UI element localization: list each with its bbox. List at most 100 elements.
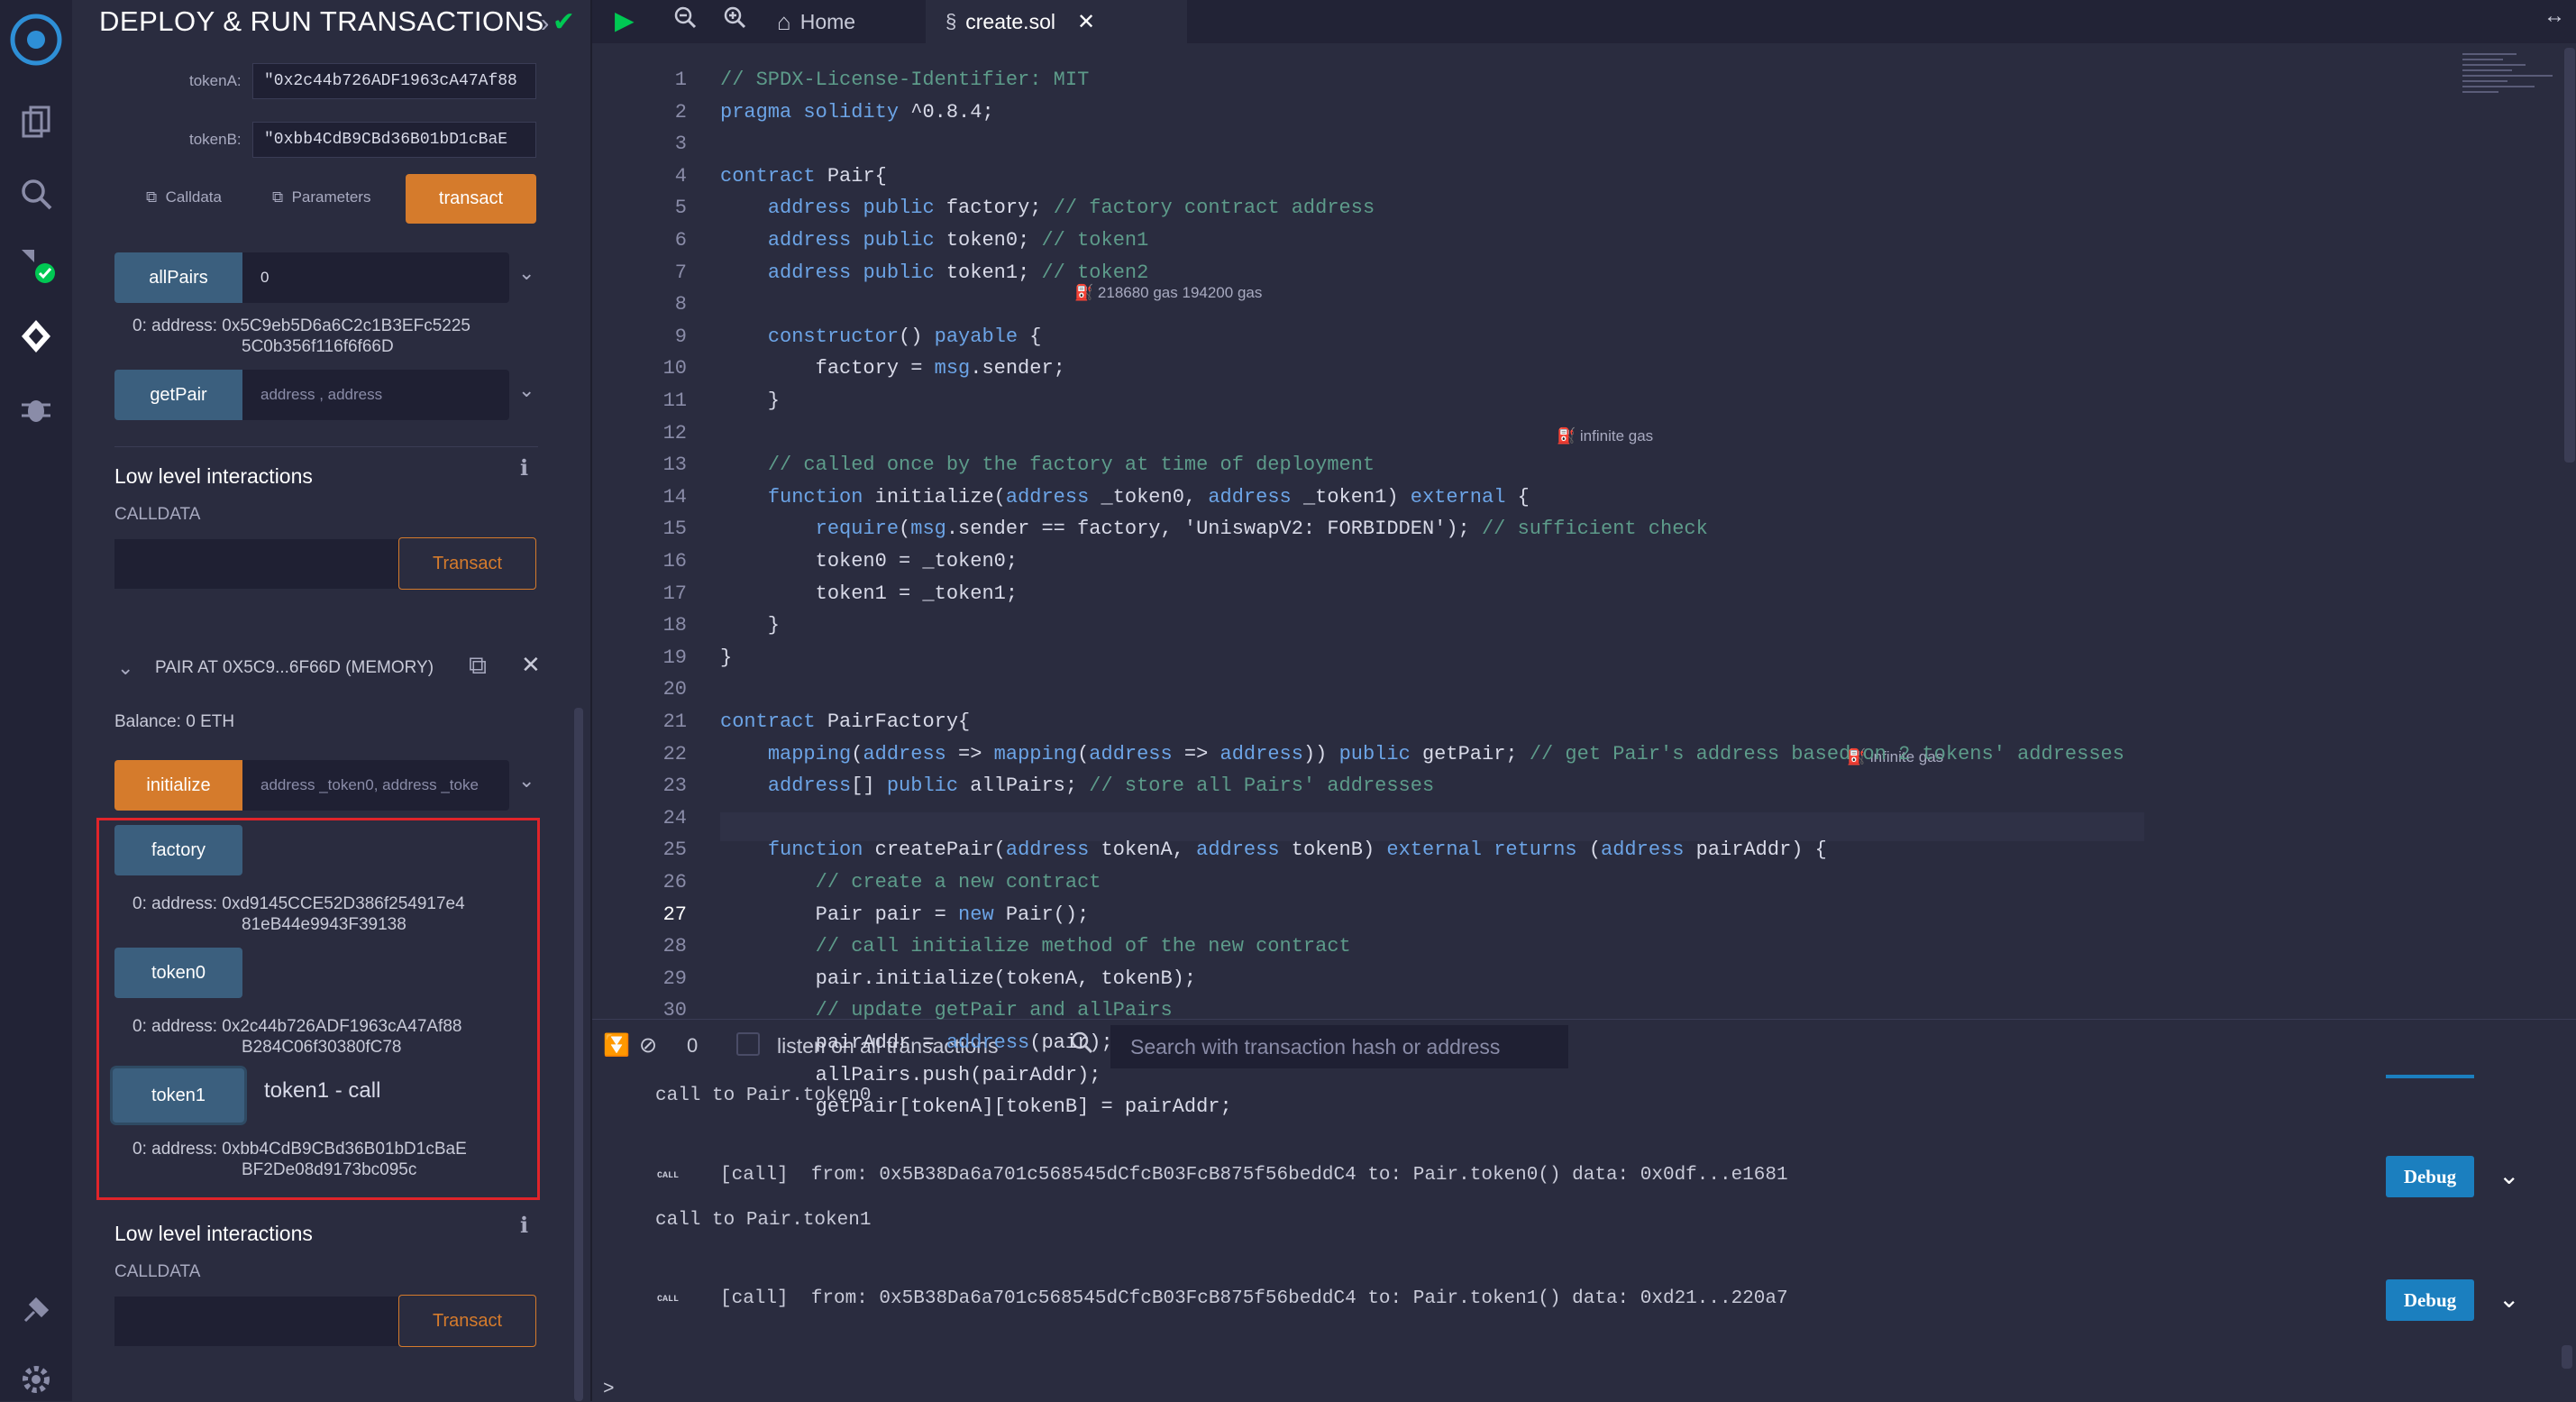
- pair-instance-title: PAIR AT 0X5C9...6F66D (MEMORY): [155, 658, 434, 677]
- code-line: pair.initialize(tokenA, tokenB);: [720, 967, 1197, 990]
- line-number: 28: [662, 935, 687, 958]
- info-icon[interactable]: ℹ: [520, 455, 528, 481]
- low-level-transact-button-2[interactable]: Transact: [398, 1295, 536, 1347]
- line-number: 3: [674, 133, 687, 156]
- low-level-title: Low level interactions: [114, 464, 313, 488]
- code-line: contract Pair{: [720, 164, 887, 188]
- line-number: 15: [662, 518, 687, 541]
- run-play-icon[interactable]: ▶: [615, 5, 635, 35]
- clear-console-icon[interactable]: ⊘: [639, 1032, 657, 1058]
- code-line: // create a new contract: [815, 871, 1101, 893]
- solidity-compiler-icon[interactable]: [14, 242, 59, 287]
- search-icon[interactable]: [14, 171, 59, 216]
- low-level-transact-button[interactable]: Transact: [398, 537, 536, 590]
- allPairs-input[interactable]: 0: [242, 252, 509, 303]
- call-badge: CALL: [657, 1295, 680, 1305]
- line-number: 16: [662, 550, 687, 573]
- chevron-down-icon[interactable]: ⌄: [117, 656, 133, 680]
- line-number: 26: [662, 871, 687, 893]
- code-line: mapping(address => mapping(address => ad…: [767, 742, 2124, 765]
- code-line: allPairs.push(pairAddr);: [720, 1063, 1101, 1086]
- terminal-search-input[interactable]: Search with transaction hash or address: [1110, 1025, 1568, 1068]
- copy-icon: ⧉: [146, 188, 158, 206]
- line-number: 18: [662, 614, 687, 637]
- calldata-copy-button[interactable]: ⧉ Calldata: [146, 188, 222, 206]
- solidity-file-icon: §: [945, 10, 957, 32]
- info-icon[interactable]: ℹ: [520, 1213, 528, 1239]
- calldata-input-2[interactable]: [114, 1297, 398, 1346]
- pending-tx-count: 0: [687, 1034, 699, 1057]
- calldata-label: CALLDATA: [114, 505, 201, 524]
- panel-scrollbar[interactable]: [574, 708, 583, 1401]
- parameters-copy-button[interactable]: ⧉ Parameters: [272, 188, 370, 206]
- copy-icon: ⧉: [272, 188, 284, 206]
- code-line: token0 = _token0;: [720, 550, 1019, 573]
- getPair-button[interactable]: getPair: [114, 370, 242, 420]
- chevron-down-icon[interactable]: ⌄: [2498, 1160, 2519, 1190]
- plugin-manager-icon[interactable]: [14, 1287, 59, 1333]
- factory-button[interactable]: factory: [114, 825, 242, 875]
- chevron-down-icon[interactable]: ⌄: [518, 769, 534, 793]
- tokenA-label: tokenA:: [189, 72, 242, 89]
- gas-pump-icon: ⛽: [1557, 427, 1576, 444]
- token1-tooltip: token1 - call: [264, 1078, 381, 1103]
- call-badge: CALL: [657, 1171, 680, 1181]
- minimap[interactable]: [2462, 48, 2562, 120]
- code-line: // called once by the factory at time of…: [767, 454, 1375, 477]
- chevron-right-icon[interactable]: ›: [541, 9, 549, 38]
- line-number: 27: [662, 903, 687, 926]
- code-line: factory = msg.sender;: [720, 357, 1065, 380]
- token1-button[interactable]: token1: [113, 1068, 244, 1123]
- collapse-terminal-icon[interactable]: ⏬: [603, 1032, 630, 1058]
- debug-button[interactable]: Debug: [2386, 1279, 2474, 1321]
- code-line: }: [720, 389, 781, 412]
- tab-create-sol[interactable]: § create.sol ✕: [926, 0, 1187, 43]
- code-line: token1 = _token1;: [720, 582, 1019, 605]
- terminal-scrollbar[interactable]: [2562, 1345, 2572, 1369]
- transact-button[interactable]: transact: [406, 174, 536, 224]
- tokenB-input[interactable]: "0xbb4CdB9CBd36B01bD1cBaE: [252, 122, 536, 158]
- prev-debug-edge: [2386, 1075, 2474, 1078]
- initialize-button[interactable]: initialize: [114, 760, 242, 811]
- code-line: function initialize(address _token0, add…: [767, 485, 1530, 509]
- line-number: 24: [662, 806, 687, 829]
- code-line: address[] public allPairs; // store all …: [767, 774, 1435, 798]
- close-tab-icon[interactable]: ✕: [1077, 9, 1095, 35]
- calldata-input[interactable]: [114, 539, 398, 589]
- debugger-icon[interactable]: [14, 386, 59, 431]
- editor-tabs-bar: ▶ ⌂ Home § create.sol ✕ ↔: [592, 0, 2576, 43]
- remix-logo-icon[interactable]: [7, 11, 65, 69]
- deploy-run-icon[interactable]: [14, 314, 59, 359]
- gas-estimate-constructor: ⛽ 218680 gas 194200 gas: [1074, 284, 1263, 301]
- getPair-input[interactable]: address , address: [242, 370, 509, 420]
- tab-home[interactable]: ⌂ Home: [777, 4, 855, 40]
- settings-gear-icon[interactable]: [14, 1357, 59, 1402]
- code-line: require(msg.sender == factory, 'UniswapV…: [815, 518, 1708, 541]
- initialize-input[interactable]: address _token0, address _toke: [242, 760, 509, 811]
- close-instance-icon[interactable]: ✕: [521, 651, 541, 679]
- code-line: getPair[tokenA][tokenB] = pairAddr;: [720, 1095, 1232, 1119]
- line-number: 7: [674, 261, 687, 284]
- chevron-down-icon[interactable]: ⌄: [518, 261, 534, 285]
- chevron-down-icon[interactable]: ⌄: [2498, 1284, 2519, 1314]
- low-level-title-2: Low level interactions: [114, 1222, 313, 1245]
- token0-button[interactable]: token0: [114, 948, 242, 998]
- panel-title: DEPLOY & RUN TRANSACTIONS ✔: [99, 5, 576, 37]
- code-line: }: [720, 614, 781, 637]
- zoom-out-icon[interactable]: [673, 5, 697, 35]
- chevron-down-icon[interactable]: ⌄: [518, 379, 534, 402]
- terminal-prompt[interactable]: >: [603, 1379, 615, 1400]
- token1-result: 0: address: 0xbb4CdB9CBd36B01bD1cBaE BF2…: [132, 1140, 467, 1179]
- copy-address-icon[interactable]: ⧉: [469, 651, 487, 681]
- icon-rail: [0, 0, 73, 1401]
- debug-button[interactable]: Debug: [2386, 1156, 2474, 1197]
- tokenA-input[interactable]: "0x2c44b726ADF1963cA47Af88: [252, 63, 536, 99]
- allPairs-button[interactable]: allPairs: [114, 252, 242, 303]
- file-explorer-icon[interactable]: [14, 99, 59, 144]
- expand-icon[interactable]: ↔: [2544, 4, 2565, 29]
- code-editor[interactable]: 1 // SPDX-License-Identifier: MIT 2 pragma …: [592, 43, 2576, 1118]
- line-number: 12: [662, 421, 687, 444]
- zoom-in-icon[interactable]: [723, 5, 746, 33]
- editor-scrollbar[interactable]: [2564, 48, 2575, 463]
- line-number: 19: [662, 646, 687, 669]
